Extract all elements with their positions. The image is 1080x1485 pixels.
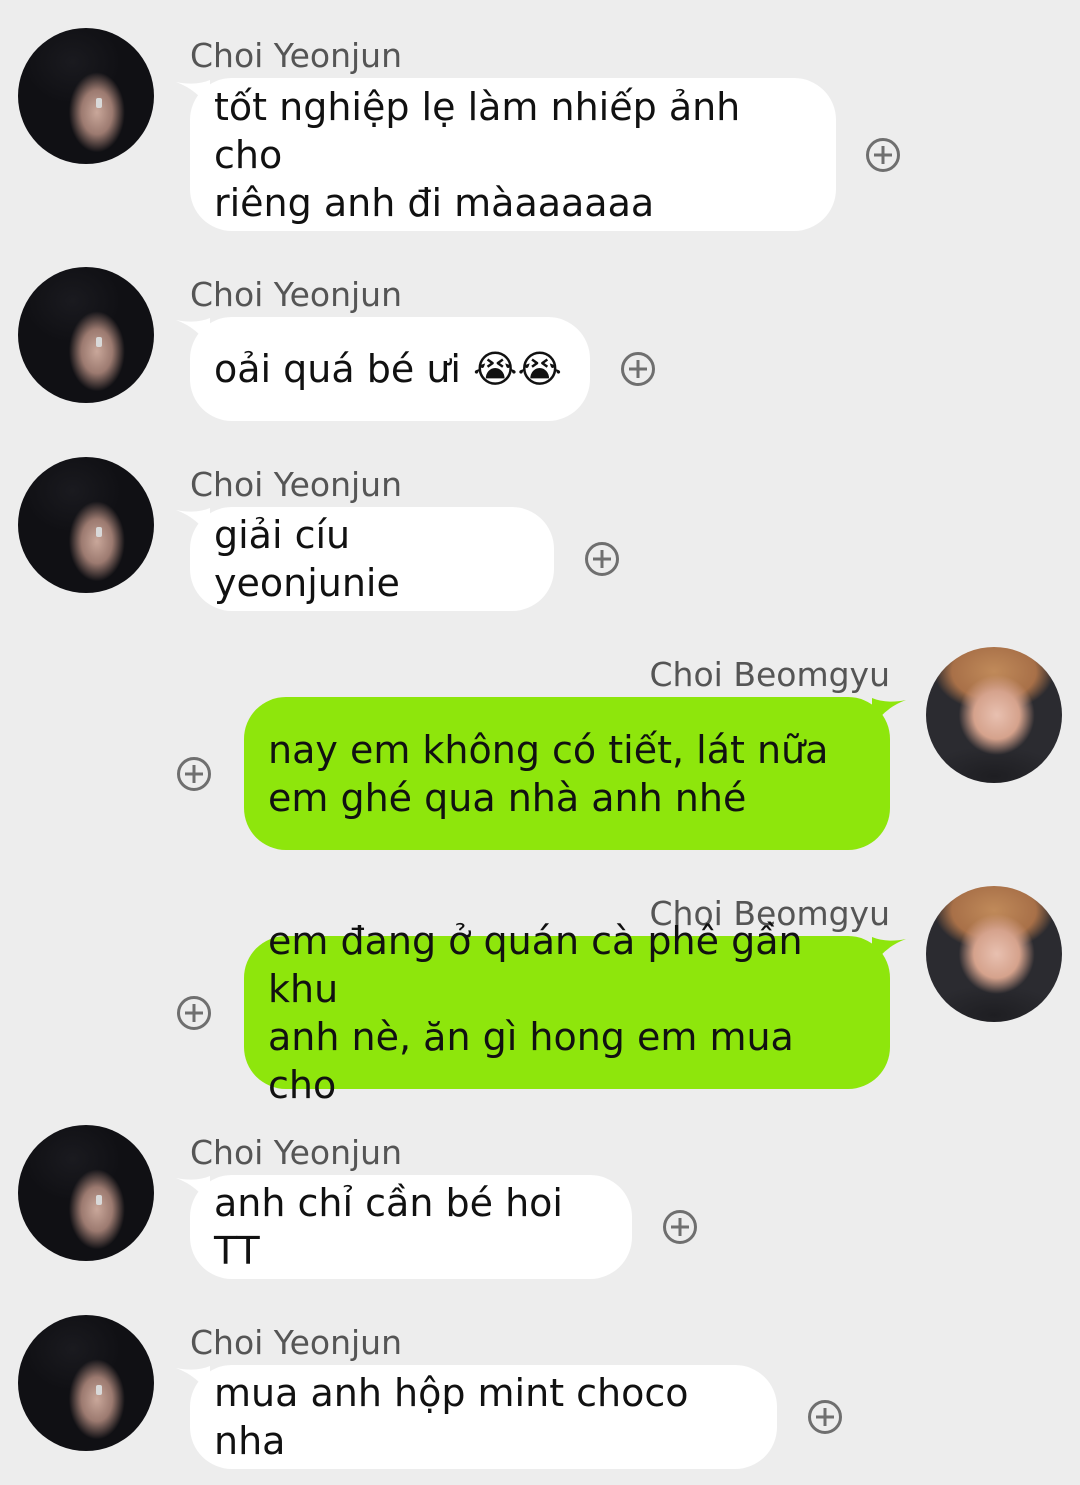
avatar-choi-yeonjun[interactable] <box>18 28 154 164</box>
avatar-choi-beomgyu[interactable] <box>926 886 1062 1022</box>
message-bubble[interactable]: giải cíu yeonjunie <box>190 507 554 611</box>
add-reaction-icon[interactable] <box>177 757 211 791</box>
message-text: mua anh hộp mint choco nha <box>214 1371 689 1463</box>
message-bubble[interactable]: nay em không có tiết, lát nữa em ghé qua… <box>244 697 890 850</box>
sender-name: Choi Beomgyu <box>649 655 890 694</box>
sender-name: Choi Yeonjun <box>190 36 402 75</box>
message-text: tốt nghiệp lẹ làm nhiếp ảnh cho riêng an… <box>214 84 741 225</box>
message-bubble[interactable]: anh chỉ cần bé hoi TT <box>190 1175 632 1279</box>
avatar-choi-beomgyu[interactable] <box>926 647 1062 783</box>
message-bubble[interactable]: tốt nghiệp lẹ làm nhiếp ảnh cho riêng an… <box>190 78 836 231</box>
avatar-choi-yeonjun[interactable] <box>18 457 154 593</box>
avatar-choi-yeonjun[interactable] <box>18 1315 154 1451</box>
avatar-choi-yeonjun[interactable] <box>18 267 154 403</box>
message-text: em đang ở quán cà phê gần khu anh nè, ăn… <box>268 918 803 1107</box>
message-text: anh chỉ cần bé hoi TT <box>214 1181 563 1273</box>
sender-name: Choi Yeonjun <box>190 465 402 504</box>
add-reaction-icon[interactable] <box>866 138 900 172</box>
add-reaction-icon[interactable] <box>621 352 655 386</box>
message-bubble[interactable]: em đang ở quán cà phê gần khu anh nè, ăn… <box>244 919 890 1107</box>
sender-name: Choi Yeonjun <box>190 1133 402 1172</box>
message-bubble[interactable]: oải quá bé ưi 😭😭 <box>190 317 590 421</box>
sender-name: Choi Yeonjun <box>190 1323 402 1362</box>
avatar-choi-yeonjun[interactable] <box>18 1125 154 1261</box>
message-text: nay em không có tiết, lát nữa em ghé qua… <box>268 727 829 820</box>
add-reaction-icon[interactable] <box>808 1400 842 1434</box>
sender-name: Choi Yeonjun <box>190 275 402 314</box>
message-text: oải quá bé ưi 😭😭 <box>214 347 562 391</box>
message-text: giải cíu yeonjunie <box>214 513 400 605</box>
add-reaction-icon[interactable] <box>177 996 211 1030</box>
message-bubble[interactable]: mua anh hộp mint choco nha <box>190 1365 777 1469</box>
add-reaction-icon[interactable] <box>663 1210 697 1244</box>
add-reaction-icon[interactable] <box>585 542 619 576</box>
